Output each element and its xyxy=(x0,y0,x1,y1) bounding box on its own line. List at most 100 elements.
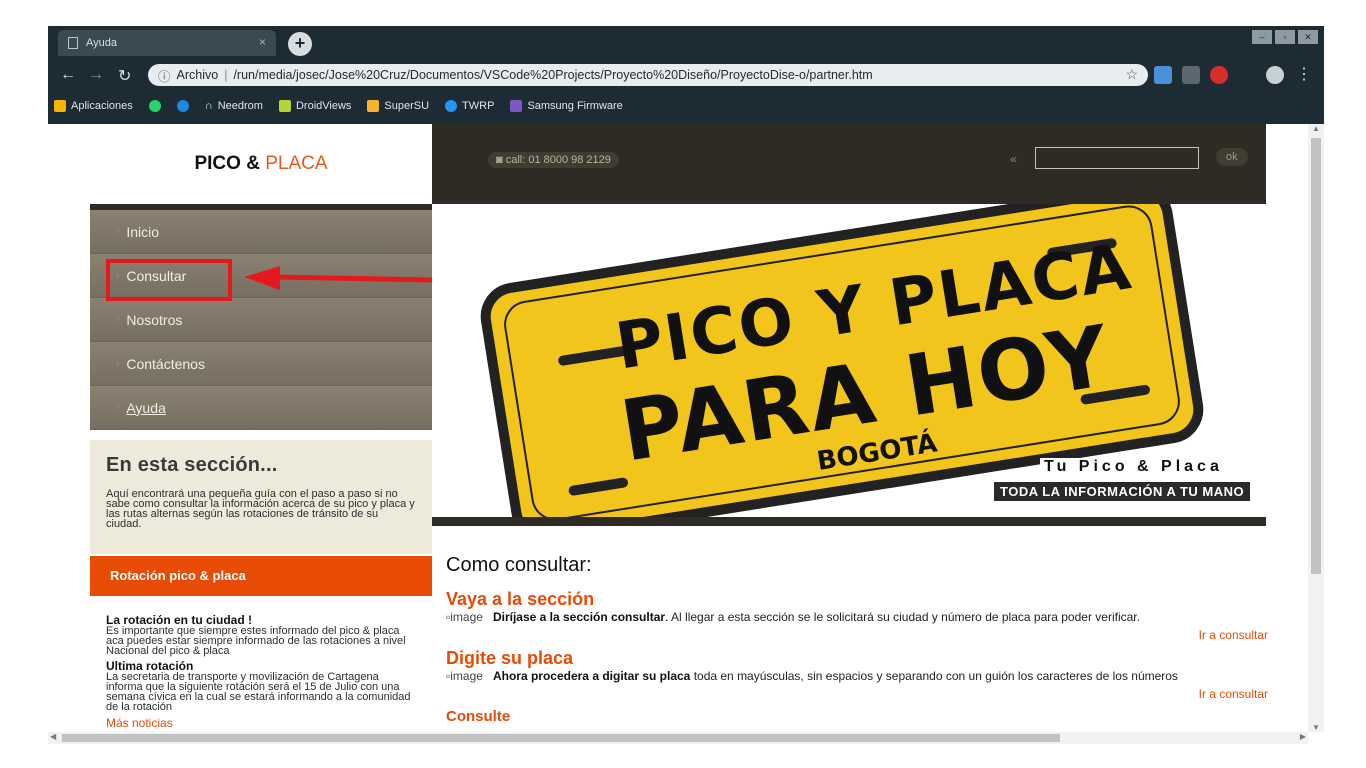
chevron-right-icon: › xyxy=(116,314,120,325)
minimize-icon[interactable]: – xyxy=(1252,30,1272,44)
bookmark-whatsapp[interactable] xyxy=(148,100,161,112)
close-window-icon[interactable]: ✕ xyxy=(1298,30,1318,44)
page-viewport: PICO & PLACA ◙ call: 01 8000 98 2129 « o… xyxy=(48,124,1324,742)
brand-main: PICO xyxy=(194,153,241,174)
new-tab-button[interactable]: + xyxy=(288,32,312,56)
bookmark-label: Samsung Firmware xyxy=(527,100,623,112)
search-icon: « xyxy=(1010,152,1017,166)
step-title: Consulte xyxy=(446,708,511,725)
bookmark-label: DroidViews xyxy=(295,100,352,112)
sidebar-menu: › Inicio › Consultar › Nosotros › Contác… xyxy=(90,204,432,430)
vertical-scroll-thumb[interactable] xyxy=(1311,138,1321,574)
bookmark-label: SuperSU xyxy=(384,100,430,112)
browser-tab[interactable]: Ayuda × xyxy=(58,30,276,56)
more-news-link[interactable]: Más noticias xyxy=(106,717,416,729)
bookmark-star-icon[interactable]: ☆ xyxy=(1125,66,1138,83)
step-bold-text: Diríjase a la sección consultar xyxy=(492,610,666,624)
step-title: Digite su placa xyxy=(446,648,574,668)
scroll-down-icon[interactable]: ▼ xyxy=(1312,723,1320,732)
samsung-firmware-icon xyxy=(510,100,523,112)
image-alt-text: image xyxy=(450,610,483,624)
reload-icon[interactable]: ↻ xyxy=(118,66,131,86)
menu-label: Contáctenos xyxy=(126,355,205,372)
main-content: Como consultar: Vaya a la sección ▫image… xyxy=(446,554,1268,727)
document-icon xyxy=(68,37,78,49)
step-text: Diríjase a la sección consultar. Al lleg… xyxy=(493,611,1140,624)
hero-banner: PICO Y PLACA PARA HOY BOGOTÁ Tu Pico & P… xyxy=(432,204,1266,526)
tab-strip: Ayuda × + – ▫ ✕ xyxy=(48,26,1324,60)
menu-item-inicio[interactable]: › Inicio xyxy=(90,210,432,254)
bookmark-label: Needrom xyxy=(217,100,263,112)
annotation-arrow-icon xyxy=(244,266,433,290)
menu-item-contactenos[interactable]: › Contáctenos xyxy=(90,342,432,386)
bookmark-samsung-firmware[interactable]: Samsung Firmware xyxy=(510,100,623,112)
menu-label: Inicio xyxy=(126,223,160,240)
address-prefix: Archivo xyxy=(176,68,219,82)
chevron-right-icon: › xyxy=(116,358,120,369)
news-list: La rotación en tu ciudad ! Es importante… xyxy=(90,596,432,729)
broken-image-icon: ▫image xyxy=(446,669,483,683)
broken-image-icon: ▫image xyxy=(446,610,483,624)
browser-menu-icon[interactable]: ⋮ xyxy=(1296,64,1312,84)
menu-item-nosotros[interactable]: › Nosotros xyxy=(90,298,432,342)
twrp-icon xyxy=(445,100,458,112)
maximize-icon[interactable]: ▫ xyxy=(1275,30,1295,44)
bookmark-messenger[interactable] xyxy=(176,100,189,112)
apps-grid-icon xyxy=(54,100,66,112)
tab-title: Ayuda xyxy=(86,37,117,49)
bookmark-label: TWRP xyxy=(462,100,495,112)
step-bold-text: Ahora procedera a digitar su placa xyxy=(492,669,691,683)
tab-close-icon[interactable]: × xyxy=(259,35,266,49)
adblock-extension-icon[interactable] xyxy=(1210,66,1228,84)
back-icon[interactable]: ← xyxy=(60,66,76,84)
messenger-icon xyxy=(176,100,189,112)
menu-item-ayuda[interactable]: › Ayuda xyxy=(90,386,432,430)
go-to-consult-link[interactable]: Ir a consultar xyxy=(446,687,1268,701)
horizontal-scroll-thumb[interactable] xyxy=(62,734,1060,742)
bookmark-aplicaciones[interactable]: Aplicaciones xyxy=(54,100,133,112)
banner-tagline: Tu Pico & Placa xyxy=(1040,458,1227,476)
whatsapp-icon xyxy=(148,100,161,112)
chevron-right-icon: › xyxy=(116,402,120,413)
bookmark-needrom[interactable]: ∩ Needrom xyxy=(205,100,263,112)
brand-accent: PLACA xyxy=(265,153,328,174)
call-text: call: 01 8000 98 2129 xyxy=(505,154,611,166)
browser-chrome: Ayuda × + – ▫ ✕ ← → ↻ ⓘ Archivo | /run/m… xyxy=(48,26,1324,124)
scroll-up-icon[interactable]: ▲ xyxy=(1312,124,1320,133)
url-text: /run/media/josec/Jose%20Cruz/Documentos/… xyxy=(233,68,873,82)
news-text: La secretaria de transporte y movilizaci… xyxy=(106,671,411,713)
screen: Ayuda × + – ▫ ✕ ← → ↻ ⓘ Archivo | /run/m… xyxy=(0,0,1366,768)
search-input[interactable] xyxy=(1035,147,1199,169)
needrom-icon: ∩ xyxy=(204,100,213,112)
site-logo[interactable]: PICO & PLACA xyxy=(90,124,432,204)
address-bar: ← → ↻ ⓘ Archivo | /run/media/josec/Jose%… xyxy=(48,60,1324,90)
step-detail: toda en mayúsculas, sin espacios y separ… xyxy=(690,669,1178,683)
bookmark-twrp[interactable]: TWRP xyxy=(445,100,494,112)
pdf-extension-icon[interactable] xyxy=(1182,66,1200,84)
go-to-consult-link[interactable]: Ir a consultar xyxy=(446,628,1268,642)
search-ok-button[interactable]: ok xyxy=(1216,148,1248,166)
top-bar: ◙ call: 01 8000 98 2129 « ok xyxy=(432,124,1266,204)
horizontal-scrollbar[interactable]: ◀ ▶ xyxy=(48,732,1308,744)
call-badge: ◙ call: 01 8000 98 2129 xyxy=(488,152,619,168)
bookmark-supersu[interactable]: SuperSU xyxy=(367,100,429,112)
forward-icon[interactable]: → xyxy=(88,66,104,84)
profile-avatar-icon[interactable] xyxy=(1266,66,1284,84)
scroll-right-icon[interactable]: ▶ xyxy=(1300,732,1306,741)
url-input[interactable]: ⓘ Archivo | /run/media/josec/Jose%20Cruz… xyxy=(148,64,1148,86)
bookmark-droidviews[interactable]: DroidViews xyxy=(278,100,352,112)
step-body: ▫image Ahora procedera a digitar su plac… xyxy=(446,670,1268,683)
image-alt-text: image xyxy=(450,669,483,683)
step-title: Vaya a la sección xyxy=(446,589,595,609)
menu-label: Ayuda xyxy=(126,399,166,416)
vertical-scrollbar[interactable]: ▲ ▼ xyxy=(1308,124,1324,732)
news-text: Es importante que siempre estes informad… xyxy=(106,625,406,657)
translate-extension-icon[interactable] xyxy=(1154,66,1172,84)
scroll-left-icon[interactable]: ◀ xyxy=(50,732,56,741)
info-icon[interactable]: ⓘ xyxy=(158,66,171,85)
section-title: En esta sección... xyxy=(106,454,278,476)
rotation-header: Rotación pico & placa xyxy=(90,556,432,596)
address-separator: | xyxy=(224,68,228,82)
license-plate-graphic: PICO Y PLACA PARA HOY BOGOTÁ xyxy=(475,204,1209,517)
window-controls: – ▫ ✕ xyxy=(1252,30,1318,44)
